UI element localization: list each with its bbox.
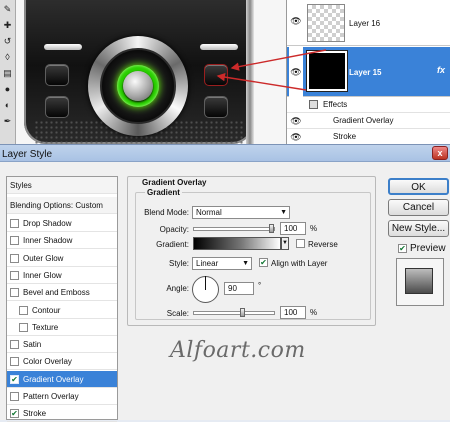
style-select[interactable]: Linear ▼ — [192, 257, 252, 270]
style-item-label: Texture — [32, 322, 59, 332]
style-item[interactable]: Bevel and Emboss — [7, 284, 117, 302]
opacity-label: Opacity: — [159, 225, 189, 234]
scale-label: Scale: — [166, 309, 189, 318]
style-item[interactable]: ✔ Stroke — [7, 405, 117, 422]
style-item-label: Bevel and Emboss — [23, 288, 90, 298]
style-label: Style: — [168, 259, 189, 268]
style-item[interactable]: Texture — [7, 319, 117, 336]
style-item[interactable]: ✔ Gradient Overlay — [7, 370, 117, 388]
annotation-arrows — [216, 49, 327, 91]
style-item-label: Outer Glow — [23, 253, 64, 263]
angle-label: Angle: — [166, 284, 189, 293]
style-item-label: Gradient Overlay — [23, 374, 84, 384]
style-item-label: Drop Shadow — [23, 219, 72, 228]
new-style-button[interactable]: New Style... — [388, 220, 449, 237]
style-item-label: Stroke — [23, 409, 47, 419]
style-checkbox[interactable] — [10, 340, 19, 350]
style-item[interactable]: Inner Glow — [7, 267, 117, 284]
blend-mode-value: Normal — [196, 208, 222, 217]
style-checkbox[interactable] — [19, 322, 28, 332]
style-item-label: Pattern Overlay — [23, 392, 79, 401]
style-checkbox[interactable] — [10, 357, 19, 367]
styles-header-label: Styles — [10, 181, 32, 190]
opacity-slider-thumb[interactable] — [269, 224, 274, 233]
scale-slider-thumb[interactable] — [240, 308, 245, 317]
opacity-slider[interactable] — [193, 227, 275, 231]
style-item[interactable]: Drop Shadow — [7, 215, 117, 232]
style-item-label: Color Overlay — [23, 357, 72, 367]
style-item[interactable]: Contour — [7, 302, 117, 319]
reverse-checkbox[interactable] — [296, 239, 305, 248]
angle-unit: ° — [258, 281, 262, 290]
style-item[interactable]: Pattern Overlay — [7, 388, 117, 405]
section-title: Gradient Overlay — [141, 178, 208, 187]
gradient-swatch[interactable] — [193, 237, 281, 250]
style-checkbox[interactable]: ✔ — [10, 374, 19, 384]
style-value: Linear — [196, 259, 219, 268]
watermark: Alfoart.com — [170, 338, 306, 363]
blending-options-item[interactable]: Blending Options: Custom — [7, 197, 117, 214]
reverse-label: Reverse — [308, 240, 338, 249]
opacity-unit: % — [310, 224, 318, 233]
ok-button[interactable]: OK — [388, 178, 449, 195]
blend-mode-label: Blend Mode: — [144, 208, 189, 217]
style-checkbox[interactable]: ✔ — [10, 409, 19, 419]
blending-options-label: Blending Options: Custom — [10, 201, 103, 210]
style-checkbox[interactable] — [10, 236, 19, 246]
style-checkbox[interactable] — [10, 392, 19, 401]
style-checkbox[interactable] — [10, 253, 19, 263]
arrow-line — [216, 72, 307, 91]
angle-input[interactable]: 90 — [224, 282, 254, 295]
style-checkbox[interactable] — [19, 305, 28, 315]
chevron-down-icon: ▼ — [242, 260, 249, 267]
style-item[interactable]: Color Overlay — [7, 353, 117, 371]
style-item-label: Inner Glow — [23, 270, 62, 280]
scale-input[interactable]: 100 — [280, 306, 306, 319]
style-item-label: Inner Shadow — [23, 236, 73, 246]
align-with-layer-label: Align with Layer — [271, 259, 328, 268]
preview-checkbox[interactable]: ✔ — [398, 244, 407, 253]
scale-unit: % — [310, 308, 318, 317]
chevron-down-icon: ▼ — [280, 209, 287, 216]
style-checkbox[interactable] — [10, 270, 19, 280]
opacity-input[interactable]: 100 — [280, 222, 306, 235]
arrow-line — [230, 49, 327, 71]
style-item[interactable]: Inner Shadow — [7, 232, 117, 250]
styles-header[interactable]: Styles — [7, 177, 117, 194]
style-checkbox[interactable] — [10, 288, 19, 298]
preview-swatch — [405, 268, 433, 294]
scale-slider[interactable] — [193, 311, 275, 315]
gradient-label: Gradient: — [156, 240, 189, 249]
style-checkbox[interactable] — [10, 219, 19, 228]
dialog-title: Layer Style — [2, 149, 53, 160]
styles-list: Styles Blending Options: Custom Drop Sha… — [6, 176, 118, 422]
style-item[interactable]: Outer Glow — [7, 250, 117, 267]
group-title: Gradient — [145, 188, 182, 197]
align-with-layer-checkbox[interactable]: ✔ — [259, 258, 268, 267]
close-button[interactable]: x — [432, 146, 448, 160]
blend-mode-select[interactable]: Normal ▼ — [192, 206, 290, 219]
cancel-button[interactable]: Cancel — [388, 199, 449, 216]
style-item-label: Contour — [32, 305, 61, 315]
angle-dial-needle — [205, 276, 206, 290]
chevron-down-icon[interactable]: ▼ — [281, 237, 289, 250]
style-item-label: Satin — [23, 340, 42, 350]
style-item[interactable]: Satin — [7, 336, 117, 354]
dialog-titlebar[interactable] — [0, 144, 450, 162]
preview-label: Preview — [410, 243, 446, 254]
